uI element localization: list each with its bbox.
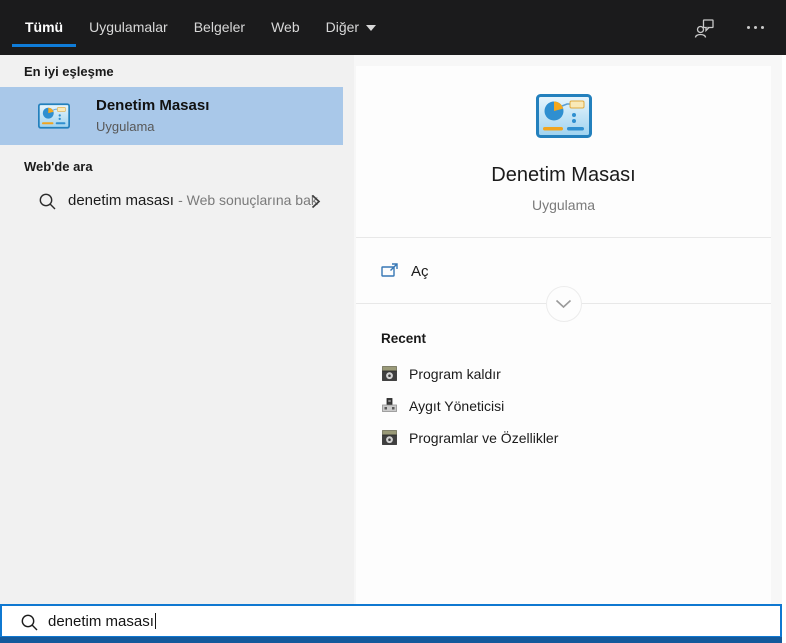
recent-header: Recent <box>381 331 427 346</box>
chevron-right-icon[interactable] <box>311 194 321 209</box>
control-panel-icon <box>38 103 70 129</box>
preview-subtitle: Uygulama <box>531 197 596 213</box>
recent-item-device-manager[interactable]: Aygıt Yöneticisi <box>356 394 771 420</box>
preview-card: Denetim Masası Uygulama Aç Recent Progra… <box>356 66 771 604</box>
best-match-result[interactable]: Denetim Masası Uygulama <box>0 87 343 145</box>
tab-all[interactable]: Tümü <box>12 0 77 55</box>
collapse-preview-button[interactable] <box>545 286 582 322</box>
open-external-icon <box>381 263 398 277</box>
web-suggestion-query: denetim masası <box>68 192 174 209</box>
more-options-icon[interactable] <box>742 15 768 41</box>
tab-apps[interactable]: Uygulamalar <box>76 0 181 55</box>
web-suggestion-hint: - Web sonuçlarına bak <box>178 192 318 208</box>
text-cursor <box>154 613 156 629</box>
web-suggestion-row[interactable]: denetim masası - Web sonuçlarına bak <box>0 183 343 219</box>
recent-item-label: Program kaldır <box>409 366 501 382</box>
search-filter-bar: Tümü Uygulamalar Belgeler Web Diğer <box>0 0 786 55</box>
chevron-down-icon <box>555 299 572 309</box>
open-action-label: Aç <box>411 263 429 280</box>
tab-documents-label: Belgeler <box>193 19 246 35</box>
tab-documents[interactable]: Belgeler <box>181 0 258 55</box>
tab-more-label: Diğer <box>325 19 360 35</box>
tab-web[interactable]: Web <box>258 0 313 55</box>
recent-item-uninstall-program[interactable]: Program kaldır <box>356 362 771 388</box>
web-suggestion-text: denetim masası - Web sonuçlarına bak <box>68 192 318 209</box>
open-action[interactable]: Aç <box>356 254 771 290</box>
recent-item-label: Aygıt Yöneticisi <box>409 398 505 414</box>
results-panel: En iyi eşleşme Denetim Masası Uygulama W… <box>0 55 354 604</box>
preview-title: Denetim Masası <box>491 164 636 186</box>
feedback-icon[interactable] <box>692 15 718 41</box>
best-match-subtitle: Uygulama <box>96 119 155 134</box>
tab-apps-label: Uygulamalar <box>89 19 168 35</box>
best-match-text: Denetim Masası Uygulama <box>96 96 209 136</box>
search-input-value: denetim masası <box>48 613 156 630</box>
programs-icon <box>382 430 397 445</box>
search-bar-bottom-edge <box>0 637 782 643</box>
recent-item-label: Programlar ve Özellikler <box>409 430 559 446</box>
preview-panel: Denetim Masası Uygulama Aç Recent Progra… <box>354 55 782 604</box>
tab-web-label: Web <box>271 19 300 35</box>
chevron-down-icon <box>366 24 377 31</box>
device-manager-icon <box>382 398 397 412</box>
programs-icon <box>382 366 397 381</box>
divider <box>356 237 771 238</box>
best-match-header: En iyi eşleşme <box>24 64 114 79</box>
web-search-header: Web'de ara <box>24 159 93 174</box>
windows-search-flyout: Tümü Uygulamalar Belgeler Web Diğer En i… <box>0 0 786 643</box>
filter-tabs: Tümü Uygulamalar Belgeler Web Diğer <box>12 0 389 55</box>
search-icon <box>39 193 56 210</box>
best-match-title: Denetim Masası <box>96 97 210 114</box>
search-icon <box>21 614 38 631</box>
topbar-icons <box>692 0 768 55</box>
tab-all-label: Tümü <box>25 19 64 35</box>
tab-more[interactable]: Diğer <box>313 0 389 55</box>
taskbar-search-input[interactable]: denetim masası <box>0 604 782 638</box>
recent-item-programs-features[interactable]: Programlar ve Özellikler <box>356 426 771 452</box>
control-panel-icon-large <box>536 94 592 138</box>
